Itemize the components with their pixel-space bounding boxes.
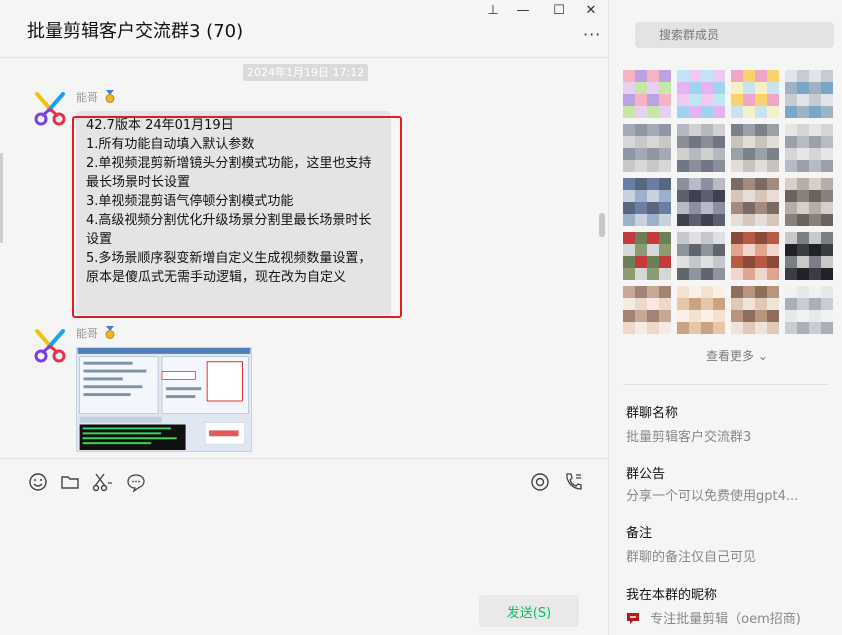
member-search-input[interactable] <box>635 22 834 48</box>
member-avatar-pixelated <box>731 232 779 280</box>
medal-icon <box>105 326 114 339</box>
minimize-button[interactable]: — <box>513 2 533 20</box>
member-avatar-pixelated <box>785 124 833 172</box>
chat-header: 批量剪辑客户交流群3 (70) ⊥ — ☐ ✕ ··· <box>0 0 608 58</box>
message-timestamp: 2024年1月19日 17:12 <box>243 64 369 81</box>
my-nickname-label: 我在本群的昵称 <box>626 588 718 603</box>
member-avatar[interactable] <box>785 178 833 230</box>
view-more-link[interactable]: 查看更多 ⌄ <box>706 347 768 364</box>
member-avatar-pixelated <box>677 178 725 226</box>
member-avatar-pixelated <box>785 178 833 226</box>
member-avatar[interactable] <box>785 232 833 284</box>
group-name-value[interactable]: 批量剪辑客户交流群3 <box>626 426 751 445</box>
member-avatar-pixelated <box>785 232 833 280</box>
member-avatar-pixelated <box>785 286 833 334</box>
member-avatar[interactable] <box>731 286 779 338</box>
member-avatar[interactable] <box>731 178 779 230</box>
member-avatar[interactable] <box>785 70 833 122</box>
member-avatar-pixelated <box>677 232 725 280</box>
member-avatar-pixelated <box>623 178 671 226</box>
remark-value[interactable]: 群聊的备注仅自己可见 <box>626 546 756 565</box>
member-avatar-pixelated <box>731 124 779 172</box>
member-grid <box>623 70 842 340</box>
sender-name: 能哥 <box>76 325 116 341</box>
message-line: 3.单视频混剪语气停顿分割模式功能 <box>86 194 294 209</box>
sender-avatar-scissors[interactable] <box>33 92 67 126</box>
folder-icon[interactable] <box>59 471 81 493</box>
member-avatar[interactable] <box>623 178 671 230</box>
more-options-button[interactable]: ··· <box>583 25 601 44</box>
message-line: 2.单视频混剪新增镜头分割模式功能，这里也支持最长场景时长设置 <box>86 156 372 190</box>
emoji-icon[interactable] <box>27 471 49 493</box>
member-avatar[interactable] <box>623 232 671 284</box>
message-image-thumbnail[interactable] <box>76 347 252 452</box>
message-line: 4.高级视频分割优化升级场景分割里最长场景时长设置 <box>86 213 372 247</box>
wechat-window: 批量剪辑客户交流群3 (70) ⊥ — ☐ ✕ ··· 2024年1月19日 1… <box>0 0 842 635</box>
divider <box>623 384 829 385</box>
remark-label: 备注 <box>626 526 653 541</box>
sender-name-text: 能哥 <box>76 327 98 340</box>
message-line: 1.所有功能自动填入默认参数 <box>86 137 255 152</box>
group-notice-label: 群公告 <box>626 467 666 482</box>
message-bubble-text[interactable]: 42.7版本 24年01月19日 1.所有功能自动填入默认参数 2.单视频混剪新… <box>76 111 391 315</box>
member-avatar-pixelated <box>785 70 833 118</box>
member-avatar[interactable] <box>677 286 725 338</box>
live-icon[interactable] <box>529 471 551 493</box>
scissors-icon[interactable] <box>91 471 113 493</box>
message-list[interactable]: 2024年1月19日 17:12 能哥 42.7版本 24年01月19日 1.所… <box>0 59 608 457</box>
maximize-button[interactable]: ☐ <box>549 2 569 20</box>
close-button[interactable]: ✕ <box>581 2 601 20</box>
member-avatar-pixelated <box>623 124 671 172</box>
scroll-indicator <box>0 153 3 243</box>
sender-avatar-scissors[interactable] <box>33 329 67 363</box>
message-line: 5.多场景顺序裂变新增自定义生成视频数量设置，原本是傻瓜式无需手动逻辑，现在改为… <box>86 251 372 285</box>
member-avatar-pixelated <box>623 286 671 334</box>
member-avatar-pixelated <box>677 286 725 334</box>
member-avatar[interactable] <box>731 232 779 284</box>
member-avatar[interactable] <box>623 70 671 122</box>
group-notice-value[interactable]: 分享一个可以免费使用gpt4... <box>626 485 798 504</box>
member-avatar-pixelated <box>677 124 725 172</box>
member-avatar[interactable] <box>623 124 671 176</box>
group-info-sidebar: 查看更多 ⌄ 群聊名称 批量剪辑客户交流群3 群公告 分享一个可以免费使用gpt… <box>608 0 842 635</box>
member-avatar[interactable] <box>785 286 833 338</box>
member-avatar-pixelated <box>677 70 725 118</box>
group-name-label: 群聊名称 <box>626 406 679 421</box>
member-avatar-pixelated <box>731 178 779 226</box>
my-nickname-text: 专注批量剪辑（oem招商) <box>650 612 801 627</box>
pin-icon[interactable]: ⊥ <box>483 2 503 20</box>
nickname-badge-icon <box>627 613 639 624</box>
member-avatar[interactable] <box>623 286 671 338</box>
member-avatar[interactable] <box>677 178 725 230</box>
member-avatar[interactable] <box>677 232 725 284</box>
my-nickname-value[interactable]: 专注批量剪辑（oem招商) <box>626 608 801 627</box>
message-line: 42.7版本 24年01月19日 <box>86 118 234 133</box>
member-avatar-pixelated <box>623 70 671 118</box>
call-icon[interactable] <box>562 471 584 493</box>
chat-bubble-icon[interactable] <box>125 471 147 493</box>
chat-title: 批量剪辑客户交流群3 (70) <box>27 21 244 42</box>
member-avatar-pixelated <box>731 70 779 118</box>
sender-name: 能哥 <box>76 89 116 105</box>
member-avatar[interactable] <box>785 124 833 176</box>
member-avatar[interactable] <box>731 70 779 122</box>
member-avatar[interactable] <box>731 124 779 176</box>
send-button[interactable]: 发送(S) <box>479 595 579 627</box>
chat-pane: 批量剪辑客户交流群3 (70) ⊥ — ☐ ✕ ··· 2024年1月19日 1… <box>0 0 608 635</box>
member-avatar[interactable] <box>677 70 725 122</box>
member-avatar-pixelated <box>731 286 779 334</box>
member-avatar[interactable] <box>677 124 725 176</box>
member-avatar-pixelated <box>623 232 671 280</box>
composer: 发送(S) <box>0 458 608 635</box>
medal-icon <box>105 90 114 103</box>
message-scrollbar[interactable] <box>599 213 605 237</box>
sender-name-text: 能哥 <box>76 91 98 104</box>
